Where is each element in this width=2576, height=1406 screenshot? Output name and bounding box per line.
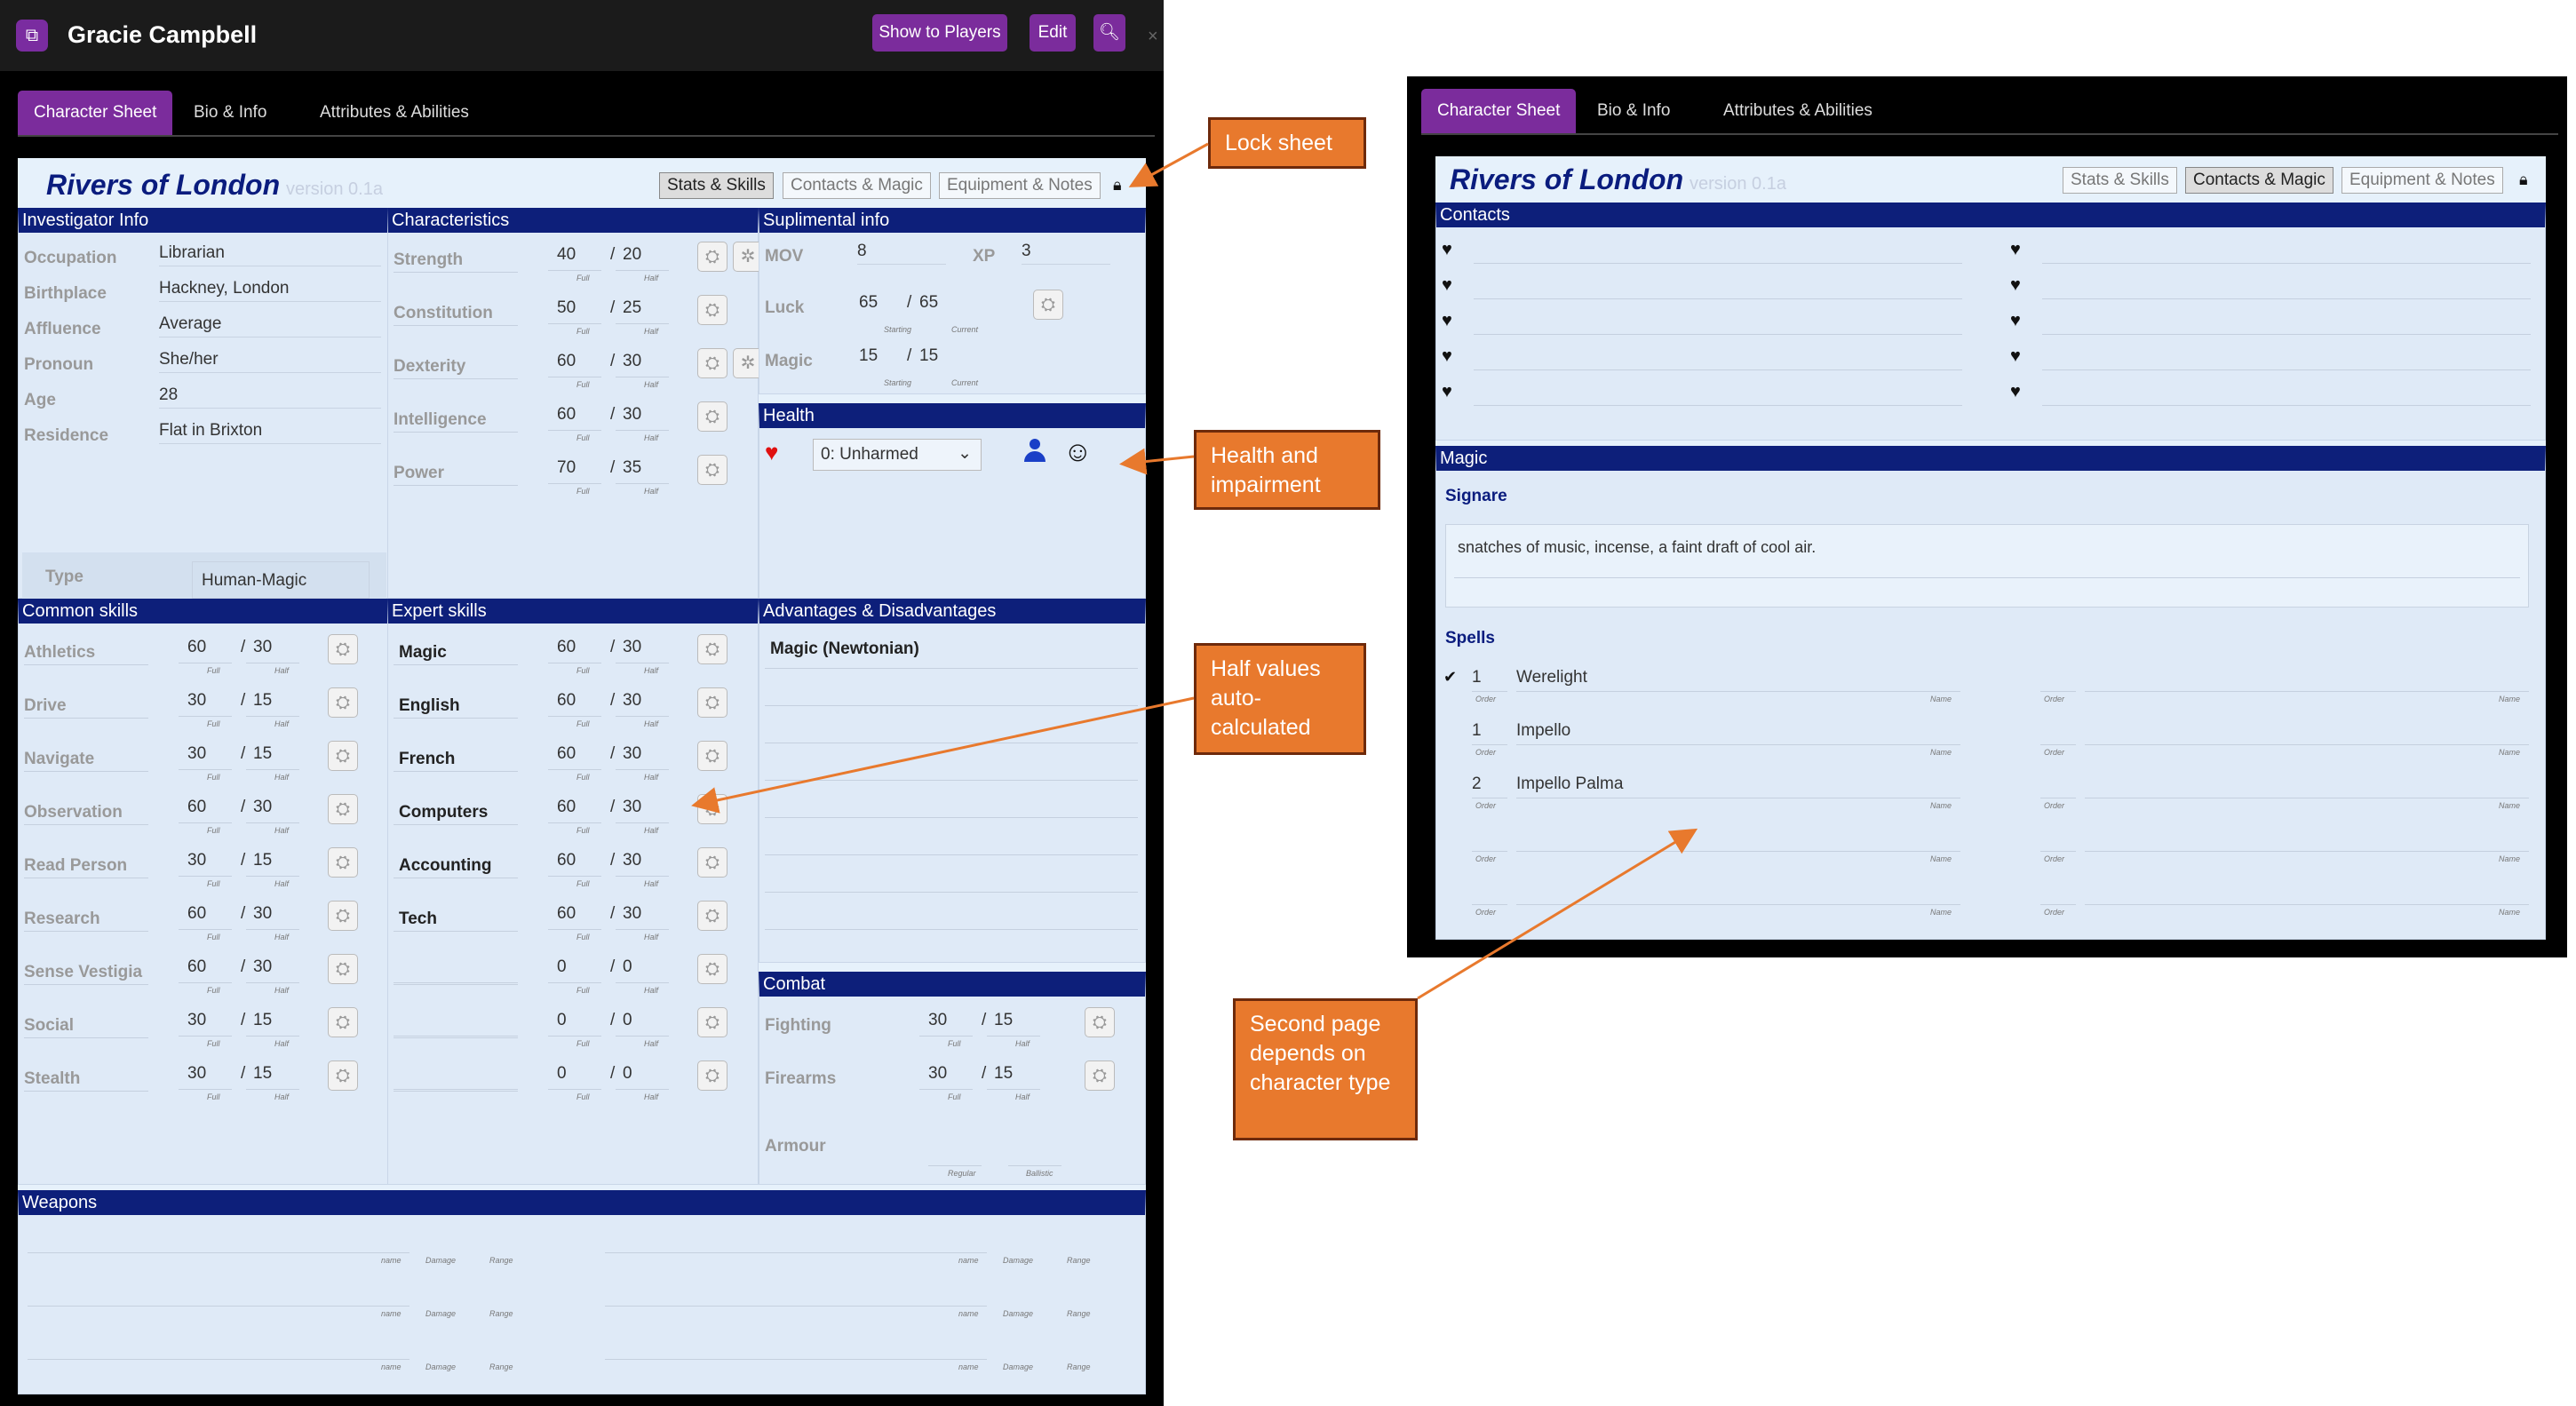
arrow-half xyxy=(691,696,1195,814)
callout-arrows xyxy=(691,142,1698,1000)
arrow-lock xyxy=(1128,142,1209,187)
arrow-second xyxy=(1417,828,1698,1000)
page: ⧉ Gracie Campbell Show to Players Edit 🔍… xyxy=(0,0,2576,1406)
arrow-health xyxy=(1119,448,1195,475)
